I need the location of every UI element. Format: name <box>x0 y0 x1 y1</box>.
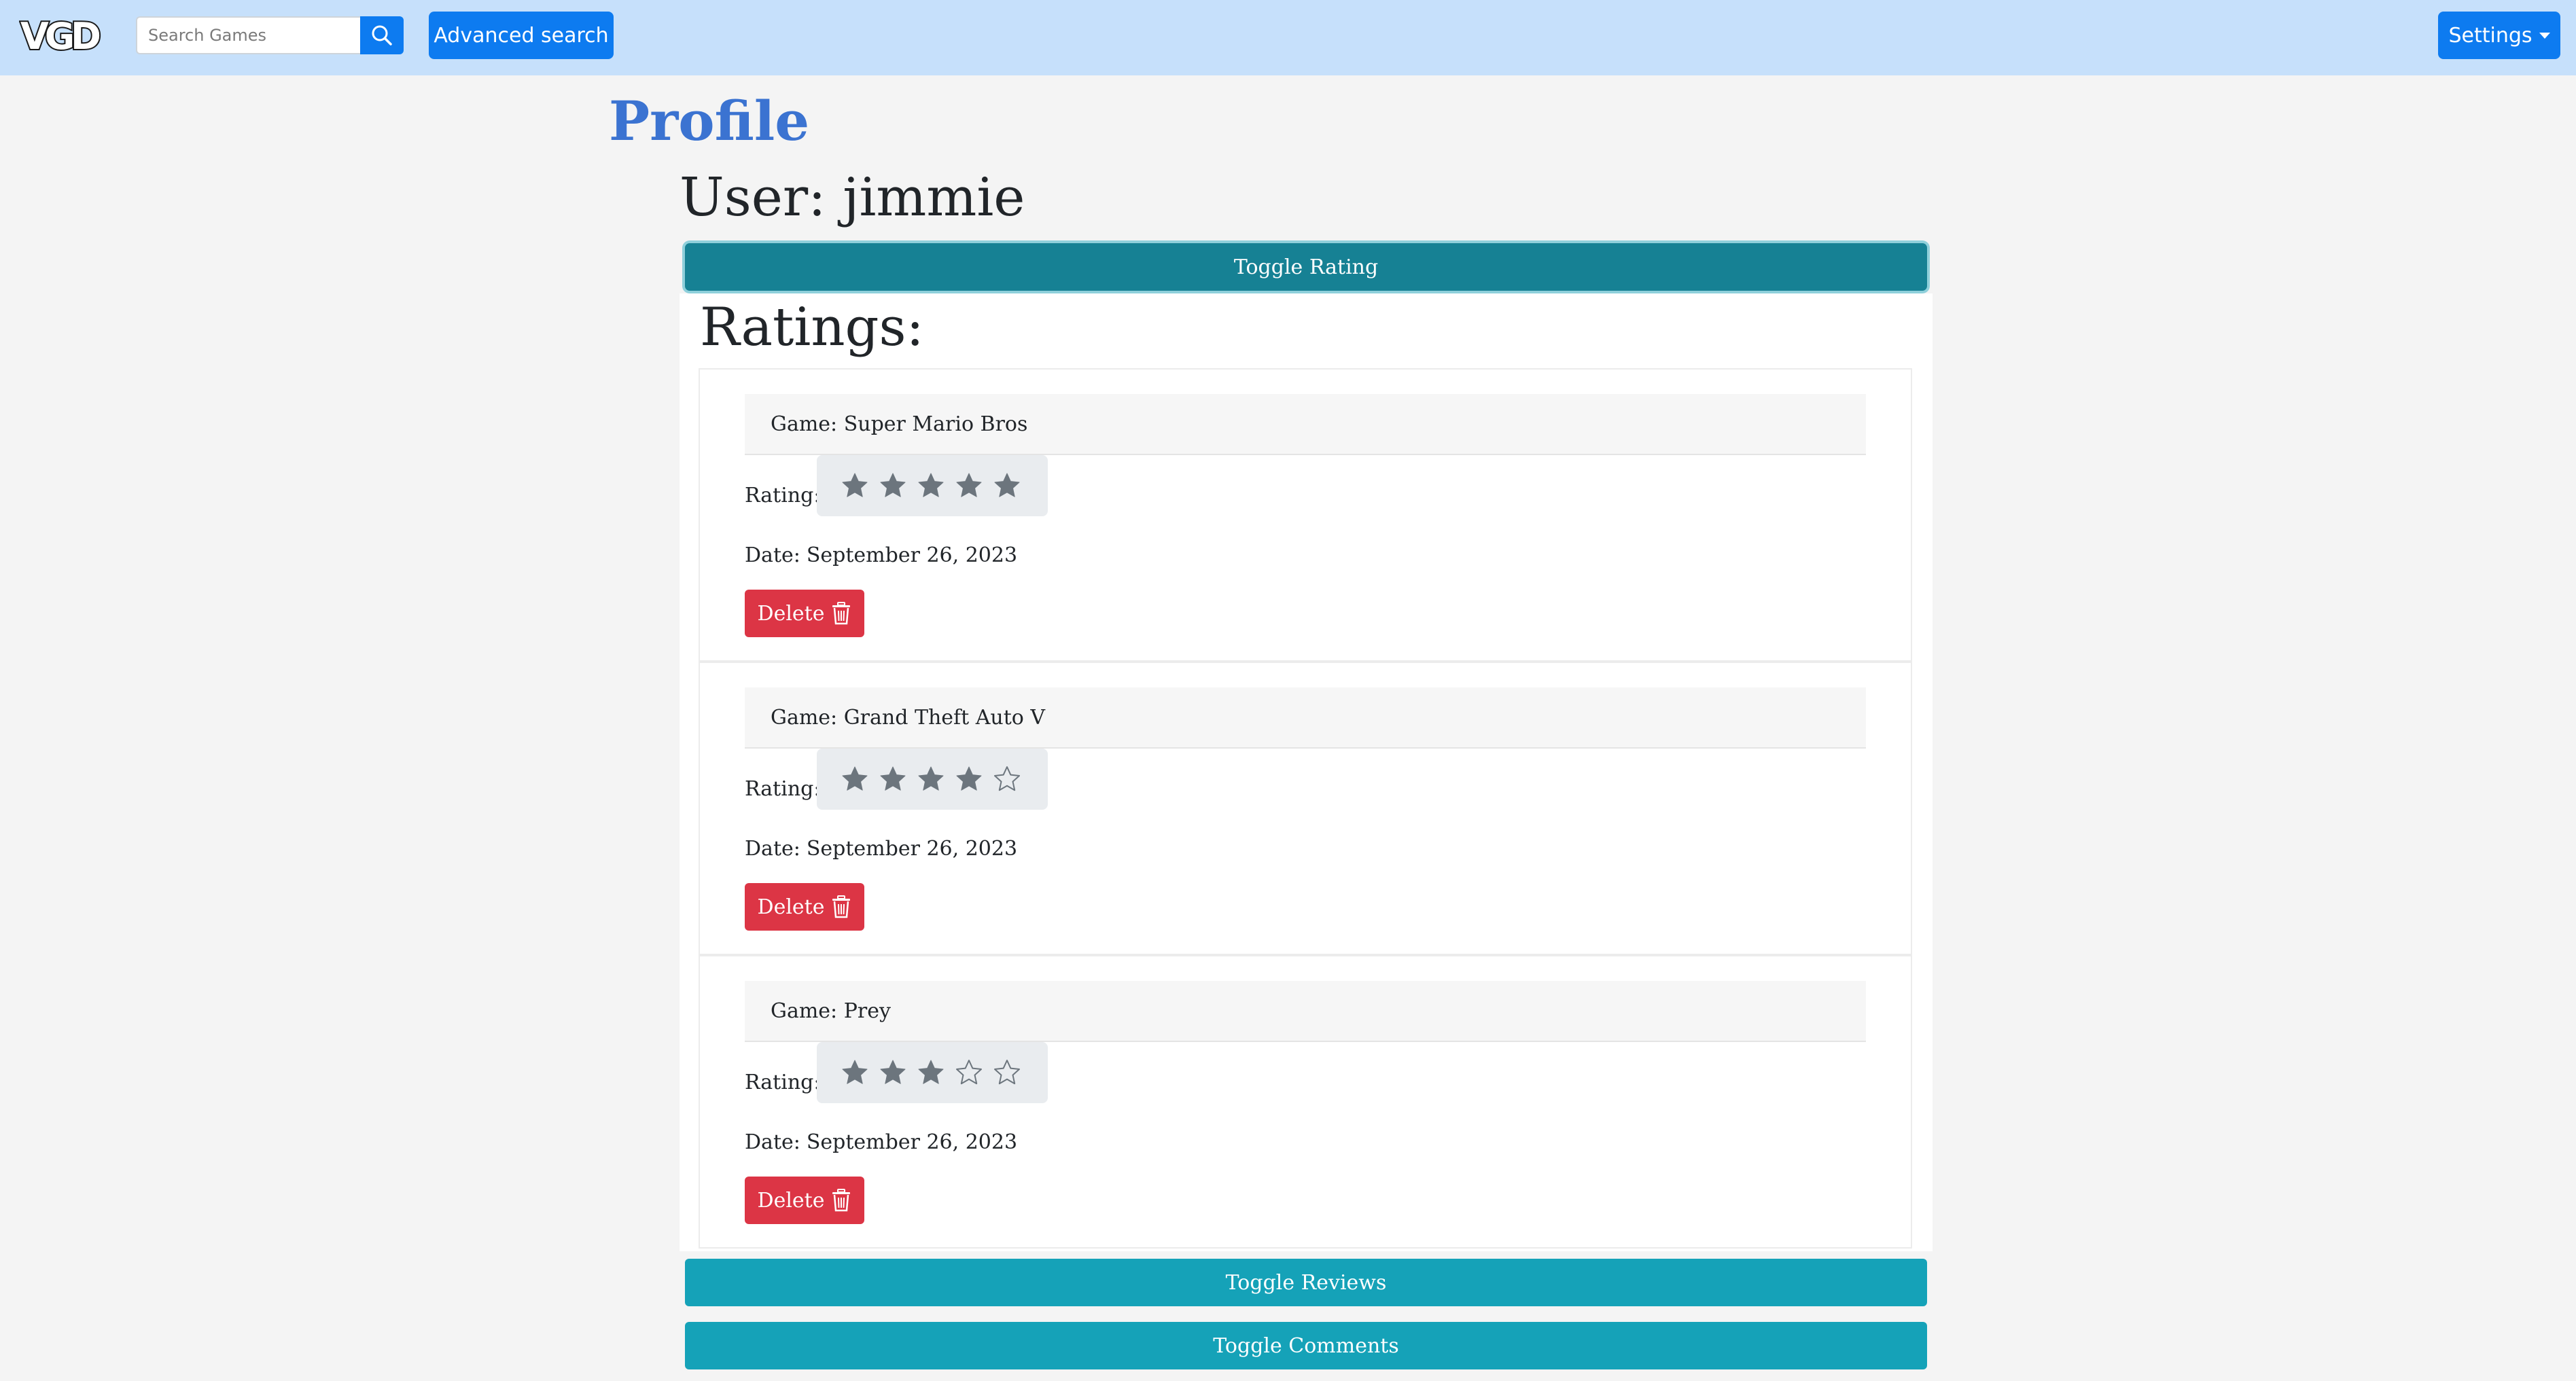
game-name: Game: Grand Theft Auto V <box>771 705 1046 730</box>
rating-label: Rating: <box>745 1071 821 1094</box>
top-navbar: VGD Advanced search Settings <box>0 0 2576 75</box>
rating-label: Rating: <box>745 484 821 507</box>
advanced-search-button[interactable]: Advanced search <box>429 12 614 59</box>
delete-rating-button[interactable]: Delete <box>745 590 864 637</box>
star-filled-icon[interactable] <box>917 1059 945 1086</box>
rating-label: Rating: <box>745 777 821 801</box>
settings-label: Settings <box>2448 23 2533 48</box>
rating-card-header: Game: Prey <box>745 981 1866 1042</box>
date-label: Date: <box>745 543 800 567</box>
rating-card: Game: Super Mario Bros Rating: Date: Sept… <box>699 368 1912 662</box>
user-heading: User: jimmie <box>680 167 1025 228</box>
star-filled-icon[interactable] <box>917 766 945 793</box>
star-filled-icon[interactable] <box>955 472 983 499</box>
date-label: Date: <box>745 1130 800 1154</box>
toggle-rating-button[interactable]: Toggle Rating <box>685 243 1927 291</box>
toggle-reviews-label: Toggle Reviews <box>1225 1270 1387 1295</box>
star-outline-icon[interactable] <box>993 766 1021 793</box>
star-rating[interactable] <box>817 749 1048 810</box>
star-outline-icon[interactable] <box>955 1059 983 1086</box>
star-filled-icon[interactable] <box>955 766 983 793</box>
page-title: Profile <box>609 89 810 153</box>
trash-icon <box>832 895 851 918</box>
star-rating[interactable] <box>817 1042 1048 1103</box>
advanced-search-label: Advanced search <box>434 23 609 48</box>
star-filled-icon[interactable] <box>841 472 868 499</box>
rating-date: Date: September 26, 2023 <box>745 836 1017 863</box>
settings-dropdown-button[interactable]: Settings <box>2438 12 2560 59</box>
toggle-comments-label: Toggle Comments <box>1213 1333 1399 1358</box>
delete-label: Delete <box>757 895 825 919</box>
caret-down-icon <box>2539 32 2550 39</box>
ratings-heading: Ratings: <box>700 297 924 358</box>
trash-icon <box>832 1189 851 1212</box>
rating-card: Game: Prey Rating: Date: September 26, 20… <box>699 955 1912 1249</box>
star-filled-icon[interactable] <box>841 766 868 793</box>
toggle-rating-label: Toggle Rating <box>1233 255 1379 279</box>
game-name: Game: Prey <box>771 999 891 1023</box>
search-games-input[interactable] <box>136 16 360 54</box>
star-outline-icon[interactable] <box>993 1059 1021 1086</box>
date-value: September 26, 2023 <box>806 543 1018 567</box>
star-filled-icon[interactable] <box>879 1059 906 1086</box>
date-value: September 26, 2023 <box>806 1130 1018 1154</box>
delete-label: Delete <box>757 1188 825 1213</box>
rating-card: Game: Grand Theft Auto V Rating: Date: Se… <box>699 662 1912 955</box>
game-name: Game: Super Mario Bros <box>771 412 1028 436</box>
star-filled-icon[interactable] <box>879 766 906 793</box>
delete-rating-button[interactable]: Delete <box>745 1177 864 1224</box>
toggle-comments-button[interactable]: Toggle Comments <box>685 1322 1927 1369</box>
rating-card-header: Game: Super Mario Bros <box>745 394 1866 455</box>
search-icon <box>372 25 392 46</box>
trash-icon <box>832 602 851 625</box>
delete-rating-button[interactable]: Delete <box>745 883 864 931</box>
star-filled-icon[interactable] <box>841 1059 868 1086</box>
svg-text:VGD: VGD <box>20 15 99 56</box>
rating-date: Date: September 26, 2023 <box>745 542 1017 569</box>
vgd-logo[interactable]: VGD <box>19 15 113 56</box>
date-label: Date: <box>745 837 800 861</box>
star-filled-icon[interactable] <box>879 472 906 499</box>
star-filled-icon[interactable] <box>993 472 1021 499</box>
rating-card-header: Game: Grand Theft Auto V <box>745 687 1866 749</box>
star-rating[interactable] <box>817 455 1048 516</box>
delete-label: Delete <box>757 601 825 626</box>
rating-date: Date: September 26, 2023 <box>745 1129 1017 1156</box>
date-value: September 26, 2023 <box>806 837 1018 861</box>
ratings-panel: Ratings: Game: Super Mario Bros Rating: … <box>680 293 1933 1251</box>
toggle-reviews-button[interactable]: Toggle Reviews <box>685 1259 1927 1306</box>
search-button[interactable] <box>360 16 404 54</box>
star-filled-icon[interactable] <box>917 472 945 499</box>
